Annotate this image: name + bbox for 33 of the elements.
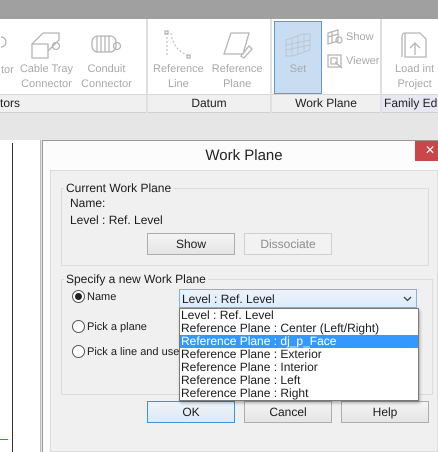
ribbon-group-label: Family Edi [382,94,438,113]
close-button[interactable]: × [415,141,438,161]
dropdown-option[interactable]: Reference Plane : Interior [180,361,418,374]
ribbon-group-label: Work Plane [272,94,380,113]
plane-pencil-icon [221,30,254,60]
radio-label[interactable]: Name [87,290,116,302]
name-label: Name: [70,195,106,212]
dialog-button[interactable]: Show [147,233,235,255]
plane-dropdown[interactable]: Level : Ref. Level [179,289,417,308]
dropdown-option[interactable]: Level : Ref. Level [180,309,418,322]
grid-eye-icon [327,29,343,45]
connector-icon [1,36,7,48]
radio-button[interactable] [72,320,85,333]
viewer-icon [327,53,343,69]
radio-label[interactable]: Pick a plane [87,320,147,332]
ribbon-group-label: tors [0,94,146,113]
radio-button[interactable] [72,345,85,358]
dialog-button[interactable]: Help [341,401,429,423]
chevron-down-icon [403,296,412,302]
dropdown-option[interactable]: Reference Plane : Left [180,374,418,387]
dialog-button[interactable]: Cancel [244,401,332,423]
dialog-title: Work Plane [204,146,284,166]
dropdown-option[interactable]: Reference Plane : Center (Left/Right) [180,322,418,335]
dropdown-option[interactable]: Reference Plane : Exterior [180,348,418,361]
dialog-button[interactable]: OK [147,401,235,423]
group-title: Specify a new Work Plane [65,272,207,286]
ribbon-group-label: Datum [148,94,270,113]
plane-name: Level : Ref. Level [70,212,164,229]
radio-label[interactable]: Pick a line and use [87,346,180,358]
group-title: Current Work Plane [65,181,172,195]
dropdown-option[interactable]: Reference Plane : Right [180,387,418,400]
radio-button[interactable] [72,290,85,303]
dashed-arc-icon [163,30,194,60]
